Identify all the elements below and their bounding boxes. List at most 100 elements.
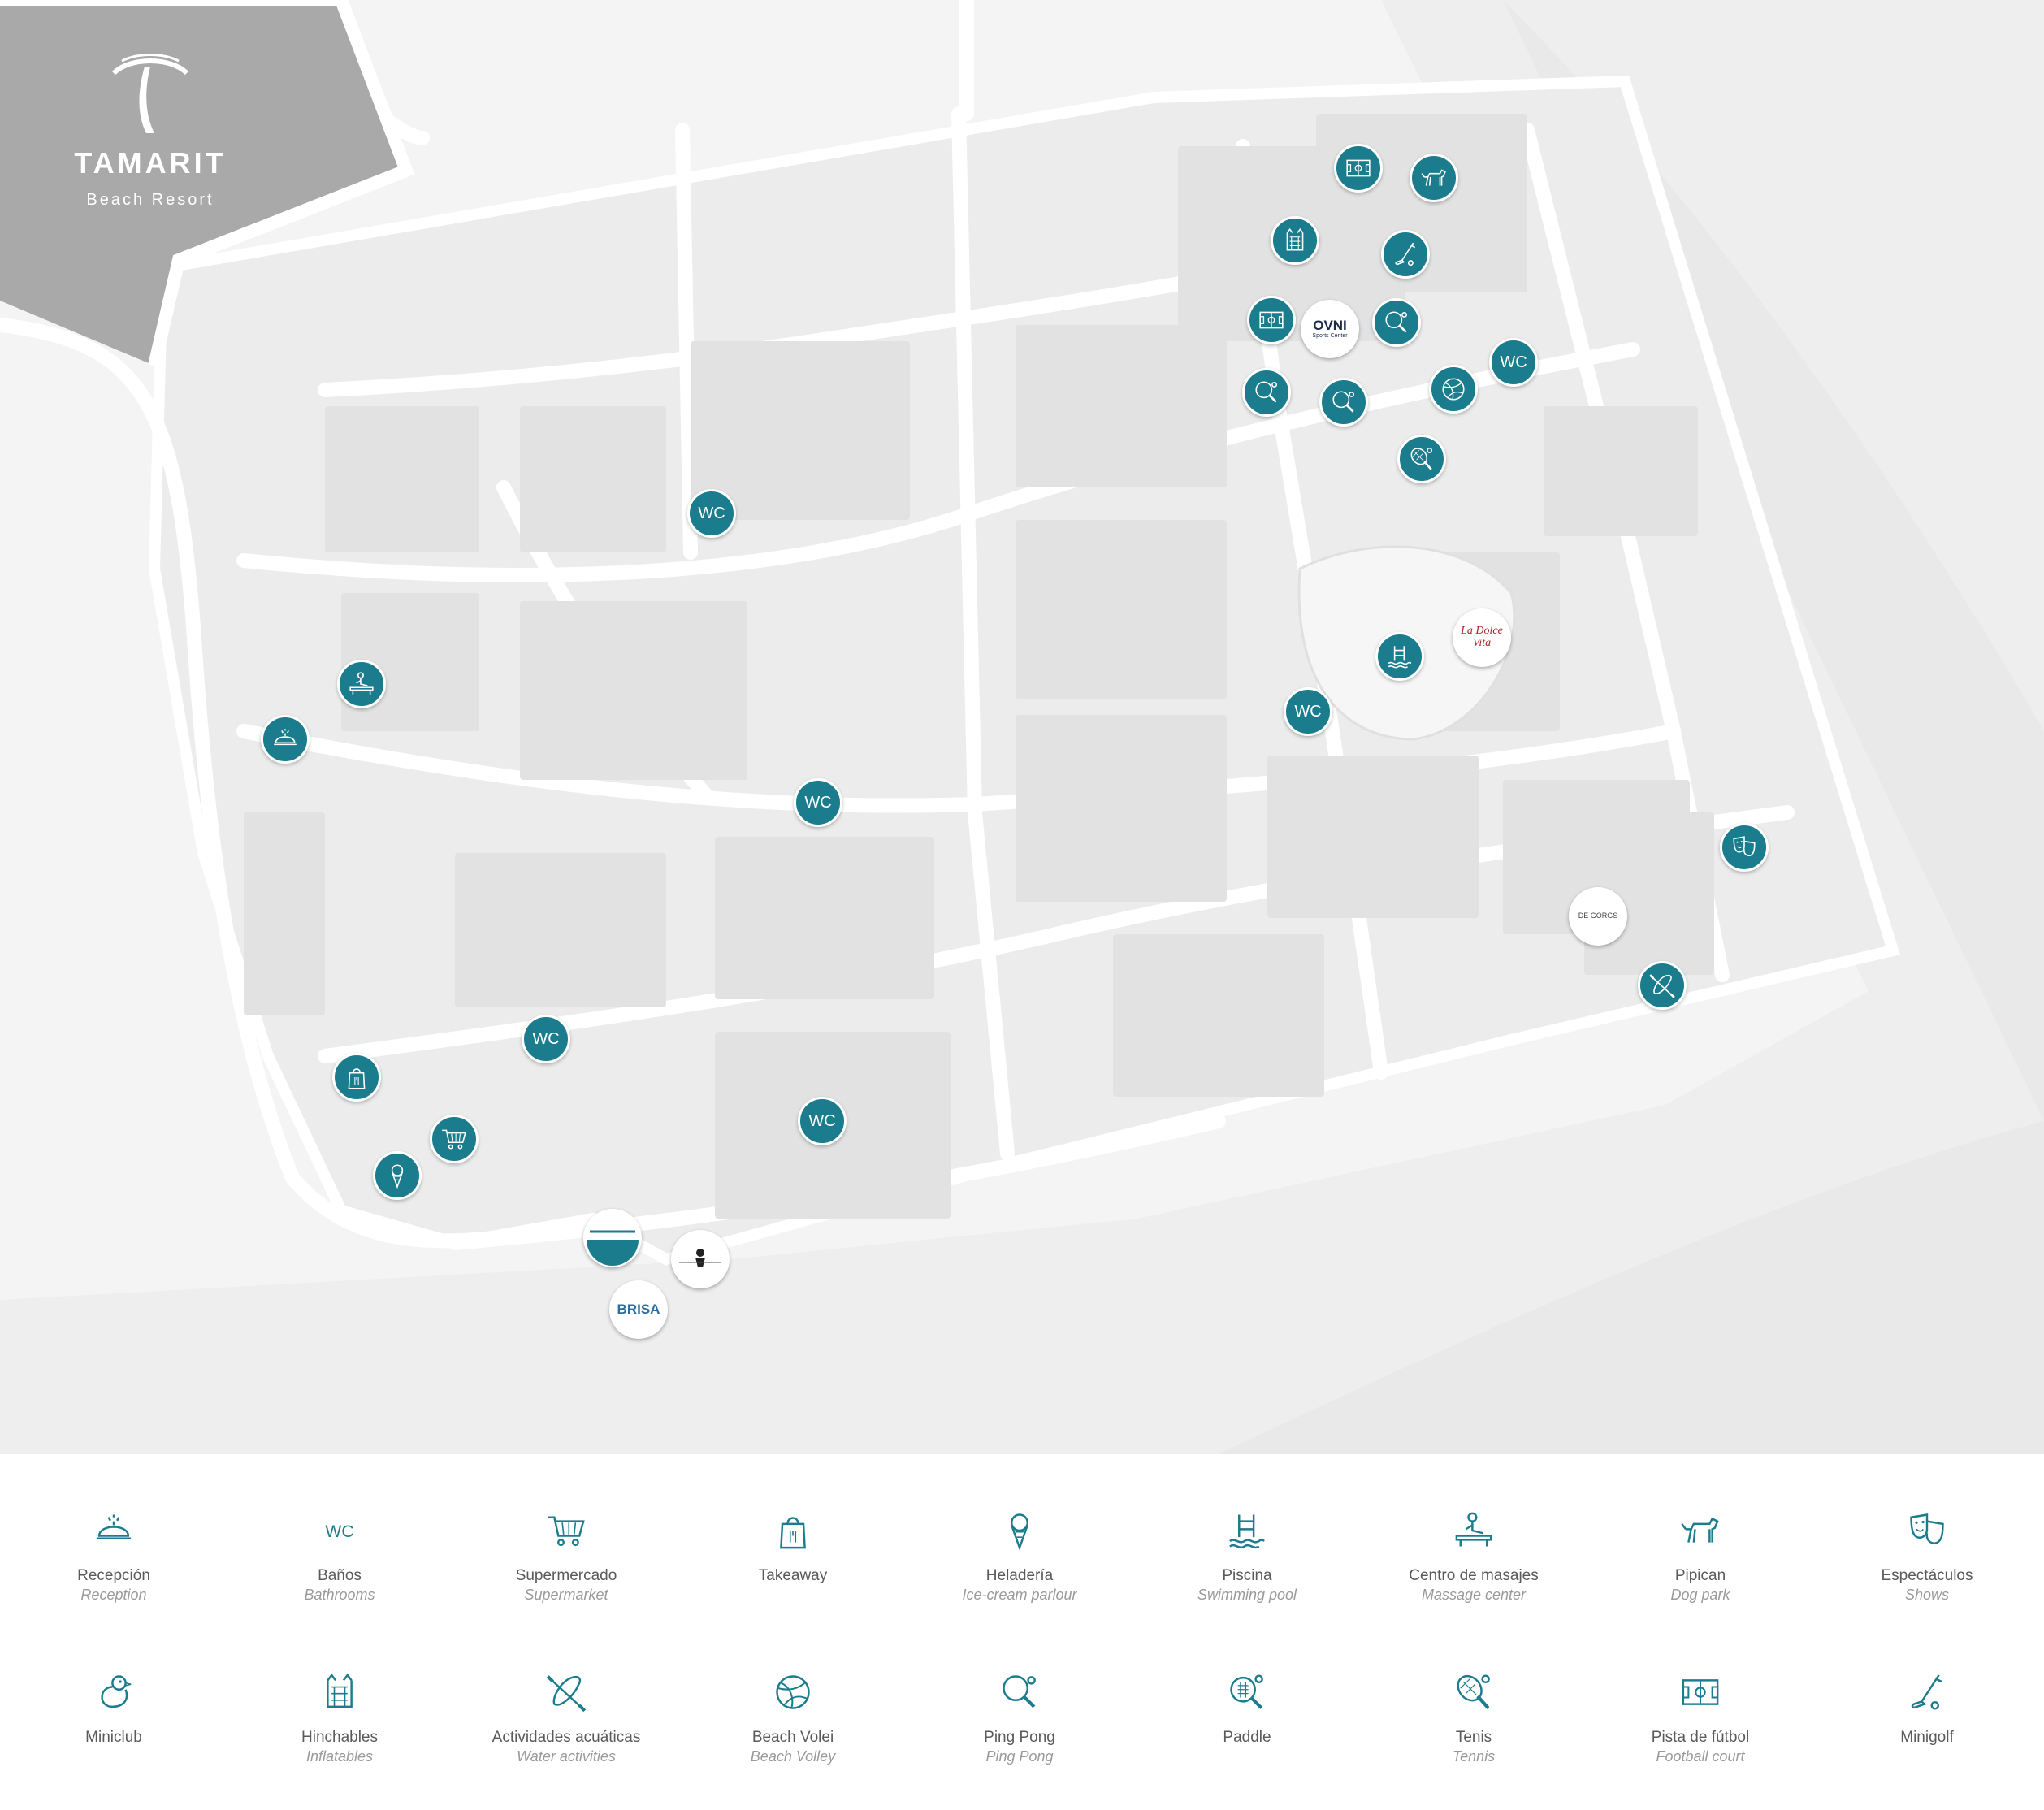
legend-label: Hinchables: [301, 1729, 378, 1746]
legend-label-english: Shows: [1904, 1587, 1950, 1603]
takeaway-icon: [769, 1506, 817, 1555]
map-marker-ping-pong[interactable]: [1242, 368, 1291, 417]
legend-label-english: Football court: [1656, 1748, 1745, 1765]
map-marker-ping-pong[interactable]: [1372, 298, 1421, 347]
legend-label: Ping Pong: [984, 1729, 1055, 1746]
water-activities-icon: [542, 1668, 591, 1717]
map-marker-beach-volley[interactable]: [1429, 365, 1478, 414]
legend-item-water-activities: Actividades acuáticas Water activities: [461, 1668, 672, 1765]
legend-label: Pipican: [1674, 1567, 1726, 1584]
legend-label-english: Ice-cream parlour: [962, 1587, 1077, 1603]
legend-label-english: Supermarket: [524, 1587, 608, 1603]
legend-label-english: Inflatables: [305, 1748, 374, 1765]
map-marker-wc[interactable]: WC: [1489, 338, 1538, 387]
venue-name: La Dolce Vita: [1461, 625, 1503, 649]
legend-label-english: Bathrooms: [304, 1587, 375, 1603]
legend-label: Supermercado: [515, 1567, 617, 1584]
map-marker-massage[interactable]: [337, 660, 386, 708]
shows-icon: [1903, 1506, 1951, 1555]
miniclub-icon: [89, 1668, 138, 1717]
brand-subtitle: Beach Resort: [86, 191, 214, 209]
legend-label: Miniclub: [85, 1729, 142, 1746]
minigolf-icon: [1392, 240, 1419, 268]
legend-label: Minigolf: [1900, 1729, 1954, 1746]
map-marker-reception[interactable]: [261, 715, 310, 764]
legend-label: Baños: [318, 1567, 362, 1584]
legend-item-takeaway: Takeaway: [687, 1506, 899, 1586]
beach-volley-icon: [1440, 375, 1467, 403]
reception-icon: [271, 725, 299, 753]
water-activities-icon: [1648, 972, 1676, 999]
dog-park-icon: [1420, 164, 1448, 192]
legend-item-beach-volley: Beach Volei Beach Volley: [687, 1668, 899, 1765]
legend-label-english: Beach Volley: [750, 1748, 836, 1765]
wc-icon: WC: [532, 1029, 560, 1048]
legend-label: Actividades acuáticas: [492, 1729, 641, 1746]
map-marker-water-activities[interactable]: [1638, 961, 1687, 1010]
map-marker-minigolf[interactable]: [1381, 230, 1430, 279]
legend-label: Centro de masajes: [1409, 1567, 1539, 1584]
map-marker-football-court[interactable]: [1247, 296, 1296, 344]
legend-item-football-court: Pista de fútbol Football court: [1595, 1668, 1806, 1765]
takeaway-icon: [343, 1063, 370, 1091]
reception-icon: [89, 1506, 138, 1555]
tennis-icon: [1449, 1668, 1498, 1717]
resort-map[interactable]: TAMARIT Beach Resort WC WC WC WC WC WC OVNI S…: [0, 0, 2044, 1454]
legend-item-dog-park: Pipican Dog park: [1595, 1506, 1806, 1604]
map-marker-shows[interactable]: [1720, 823, 1769, 872]
football-court-icon: [1345, 154, 1372, 182]
wc-icon: WC: [698, 504, 725, 522]
ice-cream-icon: [383, 1162, 411, 1189]
map-marker-wc[interactable]: WC: [1284, 687, 1332, 736]
tennis-icon: [1408, 445, 1436, 473]
venue-ovni[interactable]: OVNI Sports Center: [1301, 300, 1359, 358]
map-marker-wc[interactable]: WC: [798, 1097, 847, 1145]
map-marker-supermarket[interactable]: [430, 1115, 479, 1163]
map-marker-football-court[interactable]: [1334, 144, 1383, 193]
map-marker-wc[interactable]: WC: [687, 489, 736, 538]
map-marker-takeaway[interactable]: [332, 1053, 381, 1102]
wc-icon: WC: [808, 1111, 836, 1130]
venue-de-gorgs[interactable]: DE GORGS: [1569, 887, 1627, 946]
legend-item-paddle: Paddle: [1141, 1668, 1353, 1747]
svg-text:WC: WC: [325, 1522, 353, 1541]
legend-item-swimming-pool: Piscina Swimming pool: [1141, 1506, 1353, 1604]
legend-label-english: Massage center: [1421, 1587, 1527, 1603]
palm-logo-icon: [106, 49, 195, 138]
wc-icon: WC: [315, 1506, 364, 1555]
map-marker-wc[interactable]: WC: [794, 778, 842, 827]
minigolf-icon: [1903, 1668, 1951, 1717]
inflatables-icon: [1281, 227, 1309, 254]
legend-item-minigolf: Minigolf: [1821, 1668, 2033, 1747]
wc-icon: WC: [804, 793, 832, 812]
legend-item-supermarket: Supermercado Supermarket: [461, 1506, 672, 1604]
venue-la-dolce-vita[interactable]: La Dolce Vita: [1453, 608, 1511, 667]
legend-label: Recepción: [77, 1567, 150, 1584]
football-court-icon: [1676, 1668, 1725, 1717]
inflatables-icon: [315, 1668, 364, 1717]
football-court-icon: [1258, 306, 1285, 334]
venue-brisa[interactable]: BRISA: [609, 1280, 668, 1339]
legend-label: Paddle: [1223, 1729, 1271, 1746]
legend-label-english: Swimming pool: [1197, 1587, 1297, 1603]
beach-bar-logo-icon: [587, 1230, 639, 1266]
supermarket-icon: [440, 1125, 468, 1153]
map-marker-dog-park[interactable]: [1410, 154, 1458, 202]
map-marker-swimming-pool[interactable]: [1375, 632, 1424, 681]
venue-restaurant[interactable]: [671, 1230, 730, 1288]
map-marker-ice-cream[interactable]: [373, 1151, 422, 1200]
legend-label-english: Water activities: [517, 1748, 616, 1765]
swimming-pool-icon: [1386, 643, 1414, 670]
venue-name: OVNI: [1313, 318, 1347, 334]
venue-beach-bar[interactable]: [583, 1209, 642, 1267]
legend-label-english: Reception: [80, 1587, 147, 1603]
map-marker-wc[interactable]: WC: [522, 1015, 570, 1063]
map-marker-tennis[interactable]: [1397, 435, 1446, 483]
legend-item-ping-pong: Ping Pong Ping Pong: [914, 1668, 1125, 1765]
map-marker-ping-pong[interactable]: [1319, 378, 1368, 427]
shows-icon: [1730, 834, 1758, 861]
map-marker-inflatables[interactable]: [1271, 216, 1319, 265]
venue-name: DE GORGS: [1578, 911, 1618, 920]
dog-park-icon: [1676, 1506, 1725, 1555]
legend-label: Heladería: [985, 1567, 1054, 1584]
